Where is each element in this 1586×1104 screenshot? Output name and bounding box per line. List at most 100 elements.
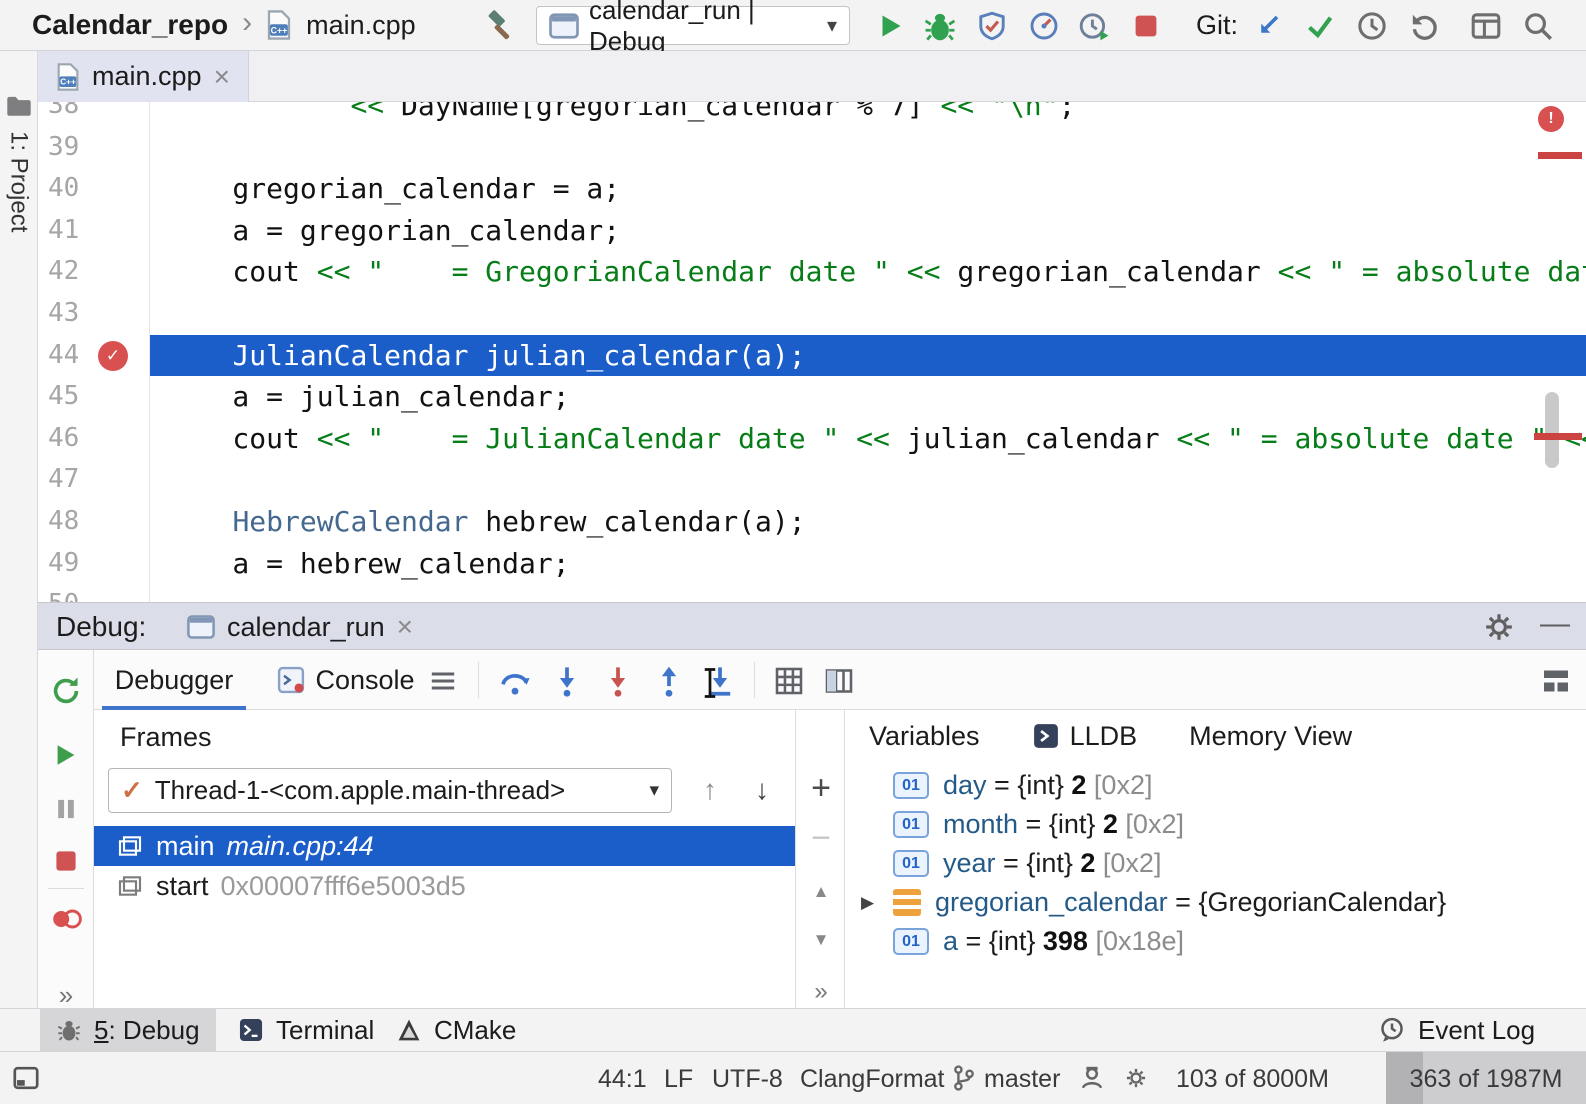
tab-lldb[interactable]: LLDB (1032, 721, 1138, 752)
gutter-line-43[interactable]: 43 (38, 293, 150, 335)
tab-memory-view[interactable]: Memory View (1189, 721, 1352, 752)
code-line-44[interactable]: JulianCalendar julian_calendar(a); (150, 335, 1586, 377)
variable-row[interactable]: 01a = {int} 398 [0x18e] (845, 922, 1586, 961)
debug-session-tab[interactable]: calendar_run × (173, 603, 427, 651)
history-icon[interactable] (1354, 8, 1390, 44)
build-hammer-icon[interactable] (482, 8, 518, 44)
hamburger-menu-icon[interactable] (424, 662, 462, 700)
thread-select[interactable]: ✓ Thread-1-<com.apple.main-thread> ▾ (108, 768, 672, 813)
frame-row[interactable]: start0x00007fff6e5003d5 (94, 866, 795, 906)
variable-row[interactable]: ▶gregorian_calendar = {GregorianCalendar… (845, 883, 1586, 922)
code-line-43[interactable] (150, 293, 1586, 335)
code-line-46[interactable]: cout << " = JulianCalendar date " << jul… (150, 418, 1586, 460)
hide-toolwindow-icon[interactable]: — (1540, 607, 1570, 641)
inspections-profile-icon[interactable] (1078, 1064, 1106, 1092)
line-separator[interactable]: LF (664, 1065, 693, 1094)
resume-icon[interactable] (49, 738, 83, 772)
caret-position[interactable]: 44:1 (598, 1065, 647, 1094)
expand-arrow-icon[interactable]: ▶ (861, 893, 874, 913)
code-line-50[interactable] (150, 584, 1586, 602)
diff-window-icon[interactable] (1468, 8, 1504, 44)
restore-layout-icon[interactable] (1537, 662, 1575, 700)
commit-icon[interactable] (1302, 8, 1338, 44)
editor-tab-main-cpp[interactable]: C++ main.cpp × (38, 51, 249, 102)
pause-icon[interactable] (49, 792, 83, 826)
tool-stripe-project-button[interactable]: 1: Project (5, 131, 33, 232)
more-actions-chevrons[interactable]: » (49, 978, 83, 1012)
run-with-profiler-icon[interactable] (1076, 8, 1112, 44)
breakpoint-icon[interactable]: ✓ (98, 341, 128, 371)
gutter-line-50[interactable]: 50 (38, 584, 150, 602)
scroll-down-icon[interactable]: ▼ (796, 920, 846, 960)
layout-columns-icon[interactable] (820, 662, 858, 700)
memory-indicator[interactable]: 363 of 1987M (1386, 1052, 1586, 1104)
close-icon[interactable]: × (214, 63, 230, 91)
gutter-line-44[interactable]: 44✓ (38, 335, 150, 377)
rerun-icon[interactable] (49, 674, 83, 708)
gutter-line-40[interactable]: 40 (38, 168, 150, 210)
tab-variables[interactable]: Variables (869, 721, 980, 752)
force-step-into-icon[interactable] (599, 662, 637, 700)
gutter-line-45[interactable]: 45 (38, 376, 150, 418)
grid-view-icon[interactable] (770, 662, 808, 700)
step-into-icon[interactable] (548, 662, 586, 700)
toolwindow-button-event-log[interactable]: Event Log (1362, 1009, 1551, 1051)
gutter-line-48[interactable]: 48 (38, 501, 150, 543)
error-stripe-mark[interactable] (1534, 433, 1582, 440)
frame-up-icon[interactable]: ↑ (690, 770, 730, 810)
toolwindow-button-terminal[interactable]: Terminal (222, 1009, 390, 1051)
toolwindow-button-debug[interactable]: 5: Debug (40, 1009, 216, 1051)
run-config-select[interactable]: calendar_run | Debug ▾ (536, 6, 850, 45)
tab-debugger[interactable]: Debugger (98, 650, 250, 710)
profiler-icon[interactable] (1026, 8, 1062, 44)
add-watch-icon[interactable]: + (796, 768, 846, 808)
view-breakpoints-icon[interactable] (49, 902, 83, 936)
step-out-icon[interactable] (650, 662, 688, 700)
rollback-icon[interactable] (1406, 8, 1442, 44)
update-project-icon[interactable] (1250, 8, 1286, 44)
gutter-line-42[interactable]: 42 (38, 251, 150, 293)
toolwindow-button-cmake[interactable]: CMake (380, 1009, 532, 1051)
error-stripe-mark[interactable] (1538, 152, 1582, 159)
file-encoding[interactable]: UTF-8 (712, 1065, 783, 1094)
code-line-41[interactable]: a = gregorian_calendar; (150, 210, 1586, 252)
gear-icon[interactable] (1483, 611, 1515, 643)
variable-row[interactable]: 01day = {int} 2 [0x2] (845, 766, 1586, 805)
close-icon[interactable]: × (397, 613, 413, 641)
stop-icon[interactable] (49, 844, 83, 878)
coverage-icon[interactable] (974, 8, 1010, 44)
tab-console[interactable]: Console (266, 650, 426, 710)
frame-row[interactable]: mainmain.cpp:44 (94, 826, 795, 866)
frame-down-icon[interactable]: ↓ (742, 770, 782, 810)
gutter-line-47[interactable]: 47 (38, 459, 150, 501)
git-branch-name[interactable]: master (984, 1065, 1060, 1094)
toolwindow-toggle-icon[interactable] (12, 1064, 40, 1092)
search-icon[interactable] (1520, 8, 1556, 44)
step-over-icon[interactable] (496, 662, 534, 700)
gutter-line-38[interactable]: 38 (38, 102, 150, 127)
variable-row[interactable]: 01month = {int} 2 [0x2] (845, 805, 1586, 844)
resolve-context-icon[interactable] (1122, 1064, 1150, 1092)
gutter-line-49[interactable]: 49 (38, 543, 150, 585)
remove-watch-icon[interactable]: − (796, 818, 846, 858)
breadcrumb-project[interactable]: Calendar_repo (32, 9, 228, 41)
gutter-line-39[interactable]: 39 (38, 127, 150, 169)
stop-icon[interactable] (1128, 8, 1164, 44)
code-line-40[interactable]: gregorian_calendar = a; (150, 168, 1586, 210)
heap-indicator[interactable]: 103 of 8000M (1176, 1065, 1329, 1094)
breadcrumb-file[interactable]: main.cpp (306, 10, 416, 41)
vertical-scrollbar[interactable] (1545, 392, 1559, 468)
code-line-39[interactable] (150, 127, 1586, 169)
inspections-error-badge[interactable]: ! (1538, 106, 1564, 132)
code-line-47[interactable] (150, 459, 1586, 501)
code-editor[interactable]: 38394041424344✓454647484950 << DayName[g… (38, 102, 1586, 602)
variable-row[interactable]: 01year = {int} 2 [0x2] (845, 844, 1586, 883)
run-icon[interactable] (872, 8, 908, 44)
code-line-42[interactable]: cout << " = GregorianCalendar date " << … (150, 251, 1586, 293)
code-line-45[interactable]: a = julian_calendar; (150, 376, 1586, 418)
gutter-line-41[interactable]: 41 (38, 210, 150, 252)
scroll-up-icon[interactable]: ▲ (796, 872, 846, 912)
more-actions-chevrons[interactable]: » (796, 972, 846, 1012)
gutter-line-46[interactable]: 46 (38, 418, 150, 460)
code-line-48[interactable]: HebrewCalendar hebrew_calendar(a); (150, 501, 1586, 543)
